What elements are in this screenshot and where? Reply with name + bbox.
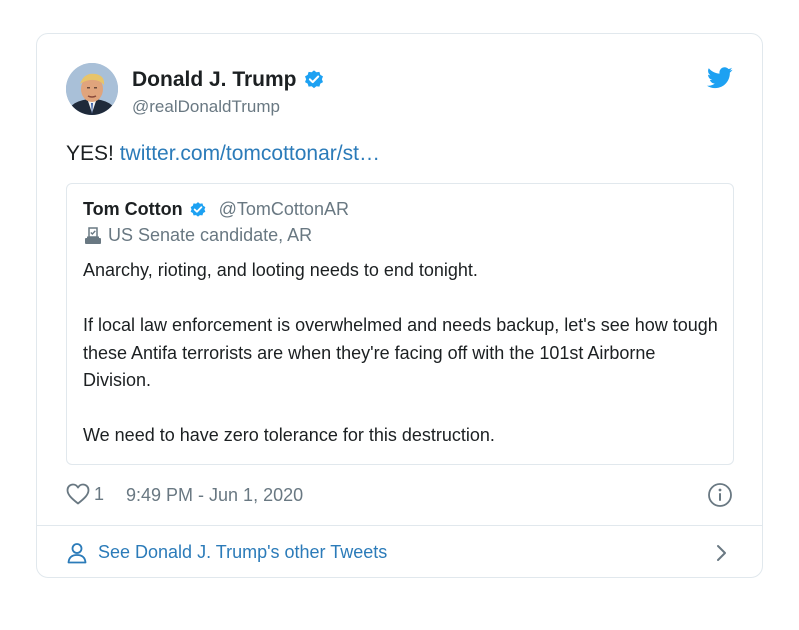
tweet-text: YES! twitter.com/tomcottonar/st… xyxy=(66,141,380,167)
quoted-author-name: Tom Cotton xyxy=(83,199,183,219)
author-display-name[interactable]: Donald J. Trump xyxy=(132,68,297,92)
info-icon[interactable] xyxy=(707,482,733,508)
author-name-row: Donald J. Trump xyxy=(132,68,325,92)
verified-badge-icon xyxy=(189,201,207,219)
author-avatar[interactable] xyxy=(66,63,118,115)
quoted-author-label-row: US Senate candidate, AR xyxy=(83,225,312,246)
ballot-box-icon xyxy=(83,226,103,246)
tweet-timestamp[interactable]: 9:49 PM - Jun 1, 2020 xyxy=(126,485,303,506)
twitter-bird-icon[interactable] xyxy=(707,67,733,89)
person-icon xyxy=(66,542,88,564)
quoted-tweet-link[interactable]: twitter.com/tomcottonar/st… xyxy=(120,142,380,165)
tweet-text-prefix: YES! xyxy=(66,142,120,165)
quoted-tweet[interactable]: Tom Cotton @TomCottonAR US Senate candid… xyxy=(66,183,734,465)
quoted-author-row: Tom Cotton @TomCottonAR xyxy=(83,199,349,220)
verified-badge-icon xyxy=(303,69,325,91)
like-action[interactable]: 1 xyxy=(66,483,104,505)
tweet-meta: 1 9:49 PM - Jun 1, 2020 xyxy=(66,480,733,510)
quoted-paragraph: Anarchy, rioting, and looting needs to e… xyxy=(83,260,478,280)
embedded-tweet-card: Donald J. Trump @realDonaldTrump YES! tw… xyxy=(36,33,763,578)
quoted-author-handle: @TomCottonAR xyxy=(218,199,349,219)
see-other-tweets-label: See Donald J. Trump's other Tweets xyxy=(98,542,388,562)
see-other-tweets-link[interactable]: See Donald J. Trump's other Tweets xyxy=(66,538,733,568)
heart-icon[interactable] xyxy=(66,483,90,505)
quoted-paragraph: We need to have zero tolerance for this … xyxy=(83,425,495,445)
quoted-tweet-body: Anarchy, rioting, and looting needs to e… xyxy=(83,257,723,450)
author-handle[interactable]: @realDonaldTrump xyxy=(132,97,280,117)
chevron-right-icon xyxy=(715,543,729,563)
tweet-header: Donald J. Trump @realDonaldTrump xyxy=(66,63,733,123)
like-count: 1 xyxy=(94,483,105,504)
divider xyxy=(37,525,762,526)
quoted-paragraph: If local law enforcement is overwhelmed … xyxy=(83,315,718,390)
quoted-author-label: US Senate candidate, AR xyxy=(108,225,313,245)
